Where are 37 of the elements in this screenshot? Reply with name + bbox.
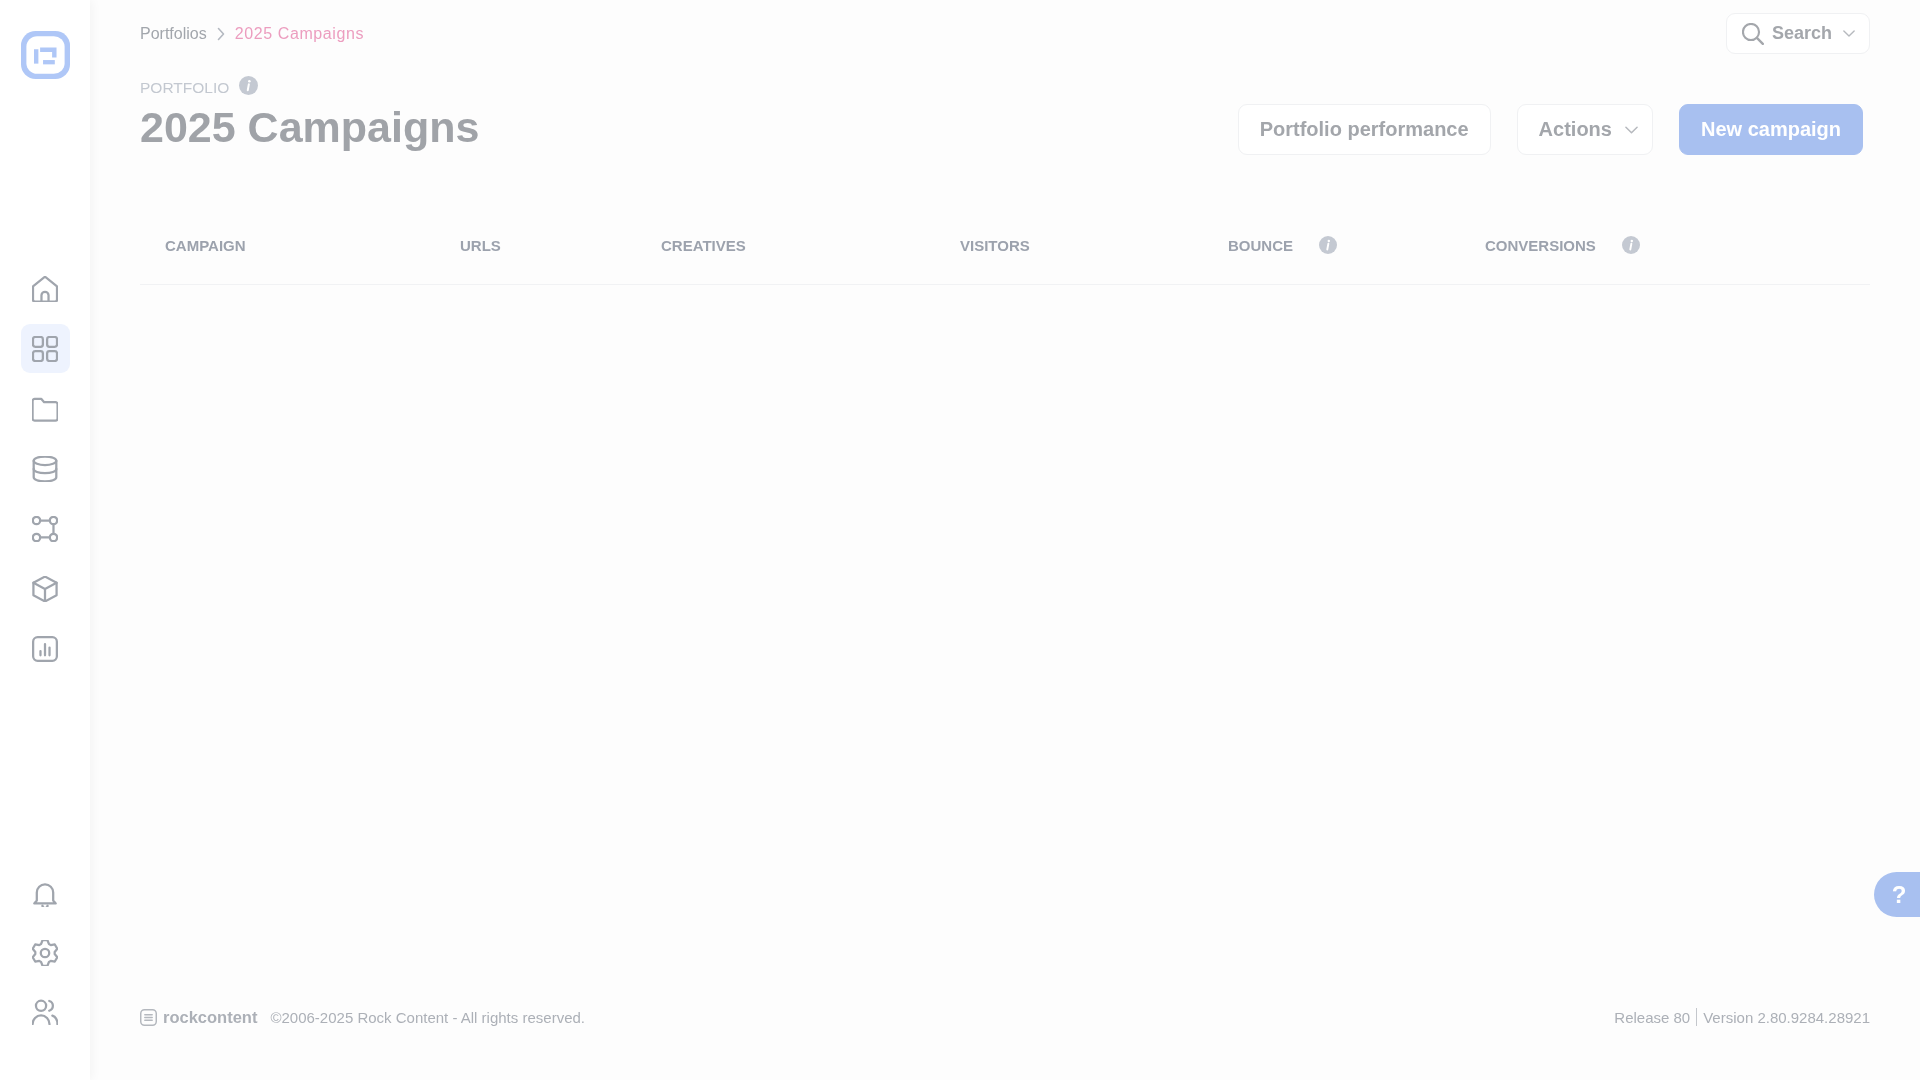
column-header: CREATIVES xyxy=(661,236,746,254)
document-icon xyxy=(140,1008,157,1026)
caret-icon xyxy=(1624,125,1638,134)
portfolio-performance-button[interactable]: Portfolio performance xyxy=(1237,104,1491,155)
version-text: Version 2.80.9284.28921 xyxy=(1703,1008,1870,1026)
caret-icon xyxy=(1843,30,1855,37)
users-icon xyxy=(32,998,58,1025)
release-text: Release 80 xyxy=(1614,1008,1691,1026)
search-button[interactable]: Search xyxy=(1725,13,1870,54)
actions-dropdown[interactable]: Actions xyxy=(1516,104,1653,155)
column-header: CAMPAIGN xyxy=(165,236,246,254)
search-icon xyxy=(1741,22,1764,45)
connected-nodes-icon xyxy=(32,515,58,542)
home-icon xyxy=(32,275,58,302)
grid-icon xyxy=(32,335,58,362)
settings-icon xyxy=(32,939,58,966)
bell-icon xyxy=(32,880,58,907)
column-header: URLS xyxy=(460,236,501,254)
column-header: VISITORS xyxy=(960,236,1030,254)
info-icon xyxy=(239,75,259,95)
breadcrumb-link[interactable]: Portfolios xyxy=(140,24,207,43)
page-eyebrow: PORTFOLIO xyxy=(140,78,230,98)
bar-chart-icon xyxy=(32,635,58,662)
help-button[interactable]: ? xyxy=(1874,872,1920,917)
chevron-right-icon xyxy=(216,26,225,41)
logo-icon xyxy=(20,31,70,79)
cube-icon xyxy=(32,575,58,602)
sidebar-nav-item[interactable] xyxy=(20,324,70,373)
column-header: CONVERSIONS xyxy=(1485,236,1596,254)
page-title: 2025 Campaigns xyxy=(140,102,480,152)
database-icon xyxy=(32,455,58,482)
brand-wordmark: rockcontent xyxy=(163,1007,258,1027)
new-campaign-button[interactable]: New campaign xyxy=(1678,104,1863,155)
breadcrumb-current[interactable]: 2025 Campaigns xyxy=(234,24,365,43)
folder-icon xyxy=(32,395,58,422)
column-header: BOUNCE xyxy=(1228,236,1293,254)
copyright-text: ©2006-2025 Rock Content - All rights reserved. xyxy=(270,1008,585,1026)
